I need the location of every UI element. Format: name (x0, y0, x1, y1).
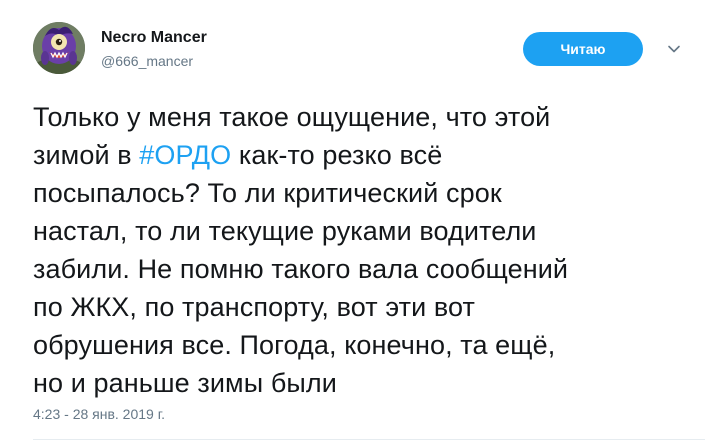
display-name[interactable]: Necro Mancer (101, 29, 207, 47)
chevron-down-icon[interactable] (665, 40, 683, 58)
follow-button[interactable]: Читаю (523, 32, 643, 66)
purple-monster-avatar-icon (33, 22, 85, 74)
tweet-line: зимой в #ОРДО как-то резко всё (33, 136, 673, 174)
tweet-text-segment: как-то резко всё (231, 140, 443, 170)
hashtag-link[interactable]: #ОРДО (139, 140, 231, 170)
tweet-line: забили. Не помню такого вала сообщений (33, 254, 569, 284)
tweet-line: посыпалось? То ли критический срок (33, 178, 502, 208)
divider (33, 439, 705, 440)
user-handle[interactable]: @666_mancer (101, 53, 193, 69)
tweet-text-segment: зимой в (33, 140, 140, 170)
tweet-line: обрушения все. Погода, конечно, та ещё, (33, 330, 556, 360)
tweet-text: Только у меня такое ощущение, что этой з… (33, 98, 673, 402)
tweet-timestamp[interactable]: 4:23 - 28 янв. 2019 г. (33, 406, 165, 422)
tweet-line: Только у меня такое ощущение, что этой (33, 102, 551, 132)
tweet-line: но и раньше зимы были (33, 368, 337, 398)
tweet-line: настал, то ли текущие руками водители (33, 216, 537, 246)
avatar[interactable] (33, 22, 85, 74)
tweet-line: по ЖКХ, по транспорту, вот эти вот (33, 292, 475, 322)
